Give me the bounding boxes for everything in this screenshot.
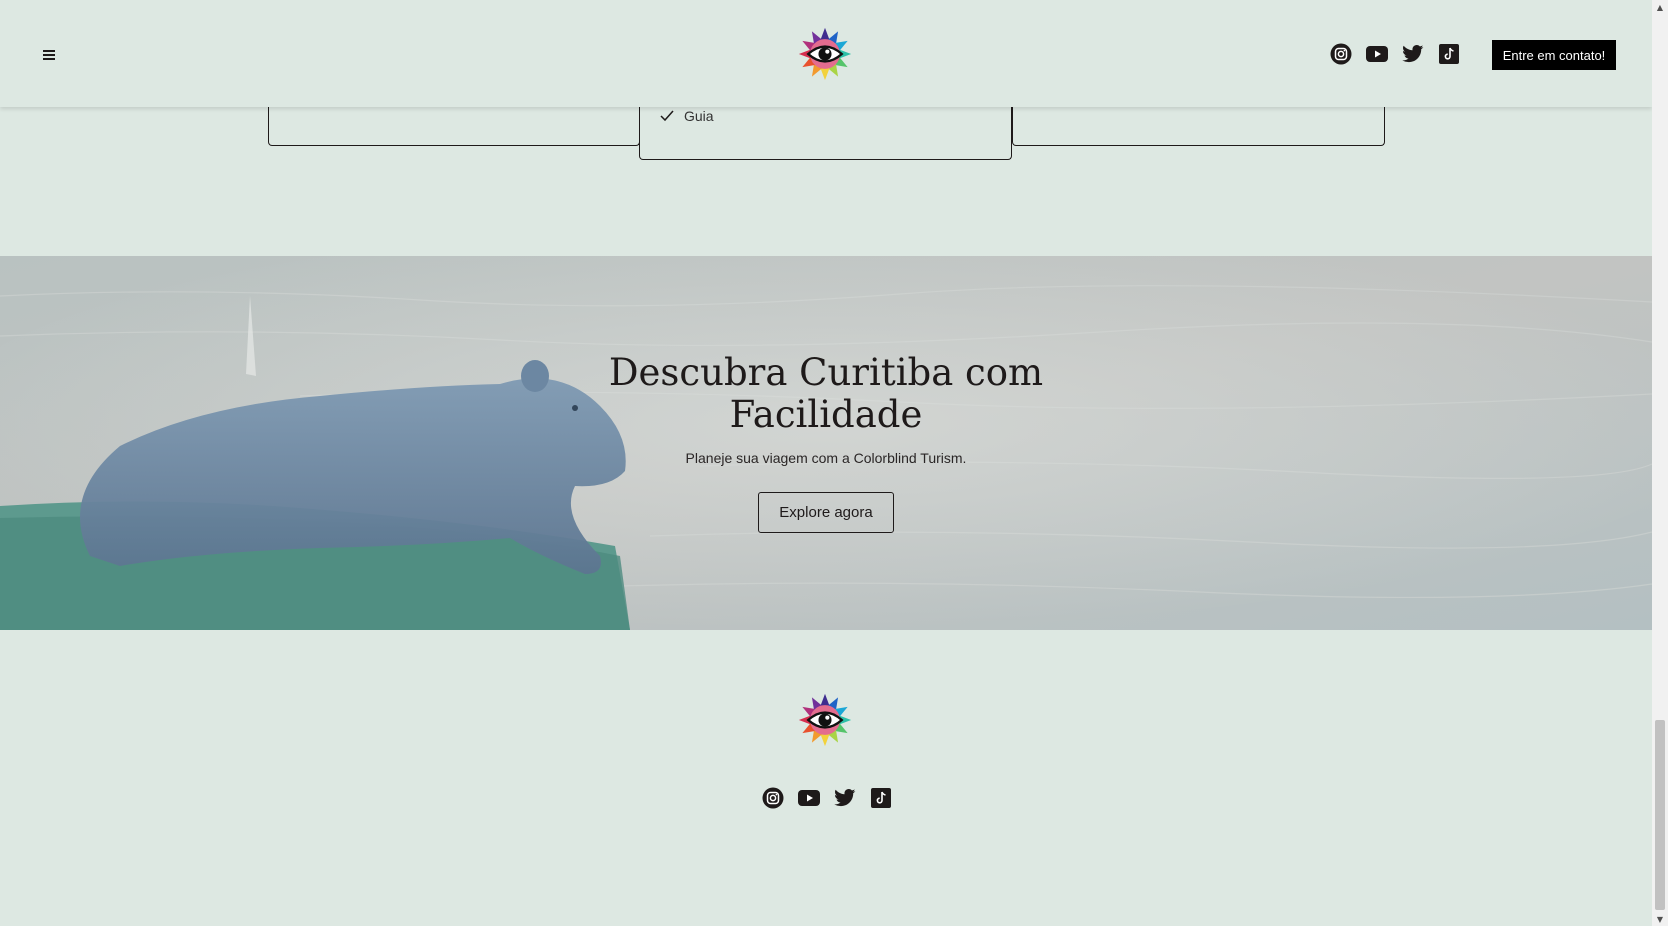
footer-social-links xyxy=(761,786,893,810)
pricing-feature-label: Guia xyxy=(684,108,714,124)
hero-section: Descubra Curitiba com Facilidade Planeje… xyxy=(0,256,1652,630)
scroll-down-arrow-icon[interactable]: ▼ xyxy=(1652,912,1668,926)
instagram-icon[interactable] xyxy=(761,786,785,810)
page: Guia Entre em contato! Descubra Curitiba… xyxy=(0,0,1652,926)
hero-subtitle: Planeje sua viagem com a Colorblind Turi… xyxy=(685,450,967,466)
scrollbar-thumb[interactable] xyxy=(1655,720,1665,910)
instagram-icon[interactable] xyxy=(1329,42,1353,66)
twitter-icon[interactable] xyxy=(833,786,857,810)
youtube-icon[interactable] xyxy=(1365,42,1389,66)
twitter-icon[interactable] xyxy=(1401,42,1425,66)
hero-background-image xyxy=(0,256,1652,630)
youtube-icon[interactable] xyxy=(797,786,821,810)
rainbow-eye-logo[interactable] xyxy=(797,26,853,82)
tiktok-icon[interactable] xyxy=(1437,42,1461,66)
hamburger-menu-icon[interactable] xyxy=(38,44,60,66)
tiktok-icon[interactable] xyxy=(869,786,893,810)
page-scrollbar[interactable]: ▲ ▼ xyxy=(1652,0,1668,926)
site-header: Entre em contato! xyxy=(0,0,1652,107)
header-social-links xyxy=(1329,42,1461,66)
pricing-feature-item: Guia xyxy=(660,108,714,124)
explore-button[interactable]: Explore agora xyxy=(758,492,894,533)
rainbow-eye-logo[interactable] xyxy=(797,692,853,748)
check-icon xyxy=(660,110,674,122)
contact-button[interactable]: Entre em contato! xyxy=(1492,40,1616,70)
hero-title: Descubra Curitiba com Facilidade xyxy=(608,351,1044,436)
scroll-up-arrow-icon[interactable]: ▲ xyxy=(1652,0,1668,14)
